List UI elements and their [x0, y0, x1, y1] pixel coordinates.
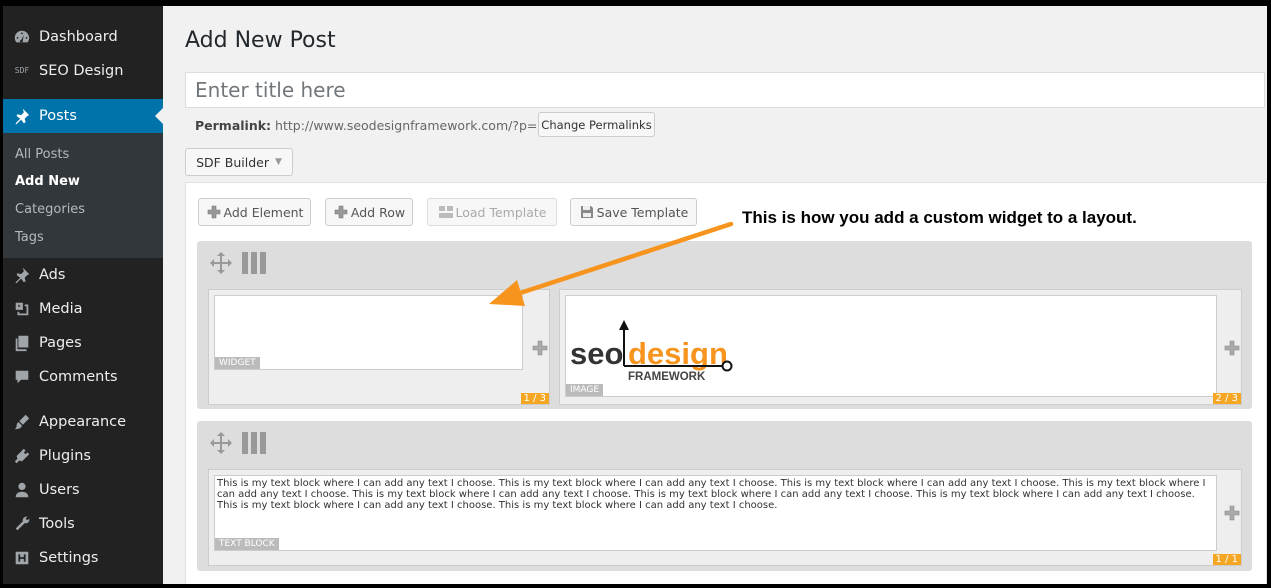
column-full-width: This is my text block where I can add an…: [208, 469, 1242, 566]
sidebar-item-tools[interactable]: Tools: [3, 507, 163, 541]
sidebar-item-label: Comments: [39, 369, 118, 385]
sidebar-item-label: Ads: [39, 267, 66, 283]
permalink: Permalink: http://www.seodesignframework…: [195, 118, 553, 133]
plug-icon: [11, 445, 33, 467]
builder-row: This is my text block where I can add an…: [197, 421, 1252, 571]
comment-icon: [11, 366, 33, 388]
page-title: Add New Post: [185, 28, 336, 53]
posts-submenu: All Posts Add New Categories Tags: [3, 133, 163, 258]
sidebar-item-label: Plugins: [39, 448, 91, 464]
media-icon: [11, 298, 33, 320]
element-label: TEXT BLOCK: [215, 538, 279, 550]
settings-icon: [11, 547, 33, 569]
permalink-url[interactable]: http://www.seodesignframework.com/?p=36: [275, 118, 553, 133]
move-icon[interactable]: [209, 251, 233, 275]
annotation-arrow-icon: [489, 221, 734, 306]
sidebar-item-label: Pages: [39, 335, 82, 351]
dashboard-icon: [11, 26, 33, 48]
submenu-categories[interactable]: Categories: [15, 202, 85, 217]
element-label: WIDGET: [215, 357, 260, 369]
sidebar-item-label: Appearance: [39, 414, 127, 430]
sidebar-item-label: Users: [39, 482, 80, 498]
sdf-icon: SDF: [14, 66, 30, 75]
add-element-label: Add Element: [223, 204, 304, 220]
permalink-label: Permalink:: [195, 118, 272, 133]
element-label: IMAGE: [566, 384, 604, 396]
sidebar-item-seo-design[interactable]: SDF SEO Design: [3, 54, 163, 88]
caret-down-icon: ▼: [275, 157, 282, 167]
template-icon: [438, 204, 454, 220]
wp-admin-window: Dashboard SDF SEO Design Posts All Posts…: [3, 6, 1267, 584]
builder-select[interactable]: SDF Builder ▼: [185, 148, 293, 176]
sidebar-item-label: Posts: [39, 108, 77, 124]
annotation-text: This is how you add a custom widget to a…: [742, 208, 1137, 227]
columns-icon[interactable]: [241, 251, 267, 275]
widget-element[interactable]: WIDGET: [214, 295, 523, 370]
plus-icon: [206, 204, 222, 220]
sidebar-item-dashboard[interactable]: Dashboard: [3, 20, 163, 54]
column-size-badge: 2 / 3: [1212, 393, 1241, 404]
submenu-all-posts[interactable]: All Posts: [15, 147, 69, 162]
admin-sidebar: Dashboard SDF SEO Design Posts All Posts…: [3, 6, 163, 584]
sidebar-item-ads[interactable]: Ads: [3, 258, 163, 292]
pin-icon: [11, 105, 33, 127]
sidebar-item-appearance[interactable]: Appearance: [3, 405, 163, 439]
submenu-tags[interactable]: Tags: [15, 230, 44, 245]
sidebar-item-posts[interactable]: Posts: [3, 99, 163, 133]
sidebar-item-settings[interactable]: Settings: [3, 541, 163, 575]
builder-select-value: SDF Builder: [196, 154, 269, 170]
columns-icon[interactable]: [241, 431, 267, 455]
brush-icon: [11, 411, 33, 433]
sidebar-item-media[interactable]: Media: [3, 292, 163, 326]
add-element-plus-icon[interactable]: [532, 340, 548, 356]
change-permalinks-button[interactable]: Change Permalinks: [538, 112, 655, 137]
sidebar-item-pages[interactable]: Pages: [3, 326, 163, 360]
sidebar-item-label: Settings: [39, 550, 99, 566]
add-element-plus-icon[interactable]: [1224, 505, 1240, 521]
pin-icon: [11, 264, 33, 286]
move-icon[interactable]: [209, 431, 233, 455]
logo-seo-text: seo: [570, 336, 623, 371]
add-element-plus-icon[interactable]: [1224, 340, 1240, 356]
sidebar-item-label: SEO Design: [39, 63, 124, 79]
text-block-content: This is my text block where I can add an…: [217, 478, 1206, 511]
sidebar-item-users[interactable]: Users: [3, 473, 163, 507]
sidebar-item-plugins[interactable]: Plugins: [3, 439, 163, 473]
sidebar-item-comments[interactable]: Comments: [3, 360, 163, 394]
add-row-label: Add Row: [350, 204, 406, 220]
column-size-badge: 1 / 3: [520, 393, 549, 404]
sidebar-item-label: Dashboard: [39, 29, 118, 45]
add-element-button[interactable]: Add Element: [198, 198, 311, 226]
add-row-button[interactable]: Add Row: [325, 198, 413, 226]
wrench-icon: [11, 513, 33, 535]
post-title-input[interactable]: Enter title here: [185, 72, 1265, 108]
row-tools: [209, 431, 267, 455]
sidebar-item-label: Media: [39, 301, 83, 317]
plus-icon: [333, 204, 349, 220]
seo-design-framework-logo: seo design FRAMEWORK: [570, 320, 733, 383]
text-block-element[interactable]: This is my text block where I can add an…: [214, 475, 1217, 551]
submenu-add-new[interactable]: Add New: [15, 174, 80, 189]
row-tools: [209, 251, 267, 275]
user-icon: [11, 479, 33, 501]
column-size-badge: 1 / 1: [1212, 554, 1241, 565]
sidebar-item-label: Tools: [39, 516, 75, 532]
logo-framework-text: FRAMEWORK: [628, 371, 706, 383]
pages-icon: [11, 332, 33, 354]
